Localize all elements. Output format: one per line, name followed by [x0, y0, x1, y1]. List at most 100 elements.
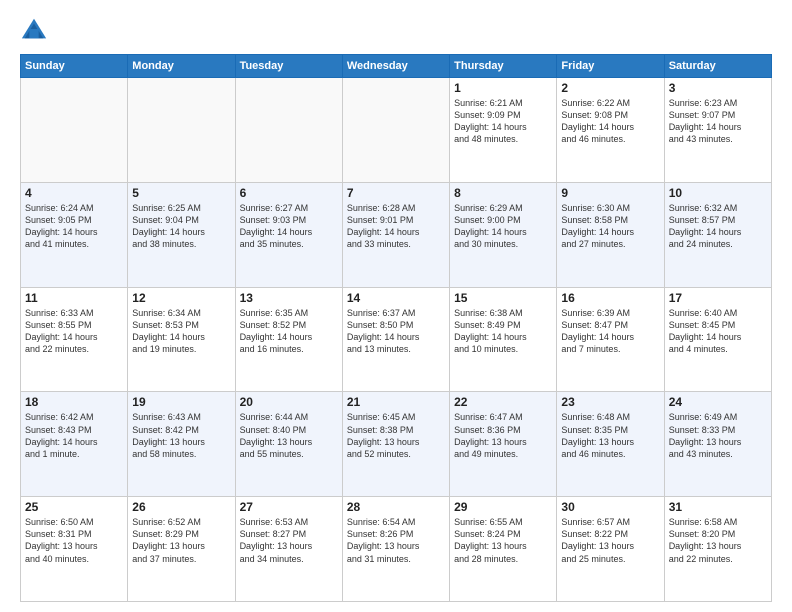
calendar-cell: 30 Sunrise: 6:57 AM Sunset: 8:22 PM Dayli…: [557, 497, 664, 602]
logo: [20, 16, 52, 44]
day-number: 17: [669, 291, 767, 305]
calendar-cell: 6 Sunrise: 6:27 AM Sunset: 9:03 PM Daylig…: [235, 182, 342, 287]
day-number: 13: [240, 291, 338, 305]
calendar-week-4: 25Sunrise: 6:50 AM Sunset: 8:31 PM Dayli…: [21, 497, 772, 602]
day-number: 6: [240, 186, 338, 200]
calendar-cell: [128, 78, 235, 183]
calendar-cell: 24 Sunrise: 6:49 AM Sunset: 8:33 PM Dayli…: [664, 392, 771, 497]
day-info: Sunrise: 6:34 AM Sunset: 8:53 PM Dayligh…: [132, 307, 230, 356]
day-number: 5: [132, 186, 230, 200]
calendar-week-2: 11 Sunrise: 6:33 AM Sunset: 8:55 PM Dayli…: [21, 287, 772, 392]
day-number: 25: [25, 500, 123, 514]
calendar-week-0: 1Sunrise: 6:21 AM Sunset: 9:09 PM Daylig…: [21, 78, 772, 183]
day-info: Sunrise: 6:33 AM Sunset: 8:55 PM Dayligh…: [25, 307, 123, 356]
day-info: Sunrise: 6:48 AM Sunset: 8:35 PM Dayligh…: [561, 411, 659, 460]
calendar-cell: 16 Sunrise: 6:39 AM Sunset: 8:47 PM Dayli…: [557, 287, 664, 392]
calendar-cell: 18 Sunrise: 6:42 AM Sunset: 8:43 PM Dayli…: [21, 392, 128, 497]
col-header-saturday: Saturday: [664, 55, 771, 78]
day-number: 30: [561, 500, 659, 514]
calendar-cell: 20 Sunrise: 6:44 AM Sunset: 8:40 PM Dayli…: [235, 392, 342, 497]
day-info: Sunrise: 6:47 AM Sunset: 8:36 PM Dayligh…: [454, 411, 552, 460]
day-number: 11: [25, 291, 123, 305]
day-number: 10: [669, 186, 767, 200]
day-info: Sunrise: 6:32 AM Sunset: 8:57 PM Dayligh…: [669, 202, 767, 251]
page: SundayMondayTuesdayWednesdayThursdayFrid…: [0, 0, 792, 612]
day-info: Sunrise: 6:43 AM Sunset: 8:42 PM Dayligh…: [132, 411, 230, 460]
calendar-cell: 27Sunrise: 6:53 AM Sunset: 8:27 PM Dayli…: [235, 497, 342, 602]
calendar-cell: 23Sunrise: 6:48 AM Sunset: 8:35 PM Dayli…: [557, 392, 664, 497]
logo-icon: [20, 16, 48, 44]
calendar-cell: 25Sunrise: 6:50 AM Sunset: 8:31 PM Dayli…: [21, 497, 128, 602]
day-number: 21: [347, 395, 445, 409]
day-number: 20: [240, 395, 338, 409]
day-number: 31: [669, 500, 767, 514]
day-info: Sunrise: 6:30 AM Sunset: 8:58 PM Dayligh…: [561, 202, 659, 251]
day-info: Sunrise: 6:52 AM Sunset: 8:29 PM Dayligh…: [132, 516, 230, 565]
calendar-cell: 3Sunrise: 6:23 AM Sunset: 9:07 PM Daylig…: [664, 78, 771, 183]
calendar-cell: 9 Sunrise: 6:30 AM Sunset: 8:58 PM Daylig…: [557, 182, 664, 287]
day-info: Sunrise: 6:40 AM Sunset: 8:45 PM Dayligh…: [669, 307, 767, 356]
day-number: 28: [347, 500, 445, 514]
calendar-cell: 26 Sunrise: 6:52 AM Sunset: 8:29 PM Dayli…: [128, 497, 235, 602]
col-header-tuesday: Tuesday: [235, 55, 342, 78]
day-info: Sunrise: 6:24 AM Sunset: 9:05 PM Dayligh…: [25, 202, 123, 251]
day-info: Sunrise: 6:28 AM Sunset: 9:01 PM Dayligh…: [347, 202, 445, 251]
day-number: 29: [454, 500, 552, 514]
day-number: 26: [132, 500, 230, 514]
day-number: 3: [669, 81, 767, 95]
calendar-cell: 11 Sunrise: 6:33 AM Sunset: 8:55 PM Dayli…: [21, 287, 128, 392]
calendar-cell: [342, 78, 449, 183]
day-number: 24: [669, 395, 767, 409]
calendar-cell: 12 Sunrise: 6:34 AM Sunset: 8:53 PM Dayli…: [128, 287, 235, 392]
day-number: 22: [454, 395, 552, 409]
day-info: Sunrise: 6:54 AM Sunset: 8:26 PM Dayligh…: [347, 516, 445, 565]
calendar-cell: 21 Sunrise: 6:45 AM Sunset: 8:38 PM Dayli…: [342, 392, 449, 497]
calendar-cell: 19Sunrise: 6:43 AM Sunset: 8:42 PM Dayli…: [128, 392, 235, 497]
day-number: 8: [454, 186, 552, 200]
calendar-cell: 17 Sunrise: 6:40 AM Sunset: 8:45 PM Dayli…: [664, 287, 771, 392]
day-info: Sunrise: 6:27 AM Sunset: 9:03 PM Dayligh…: [240, 202, 338, 251]
day-info: Sunrise: 6:39 AM Sunset: 8:47 PM Dayligh…: [561, 307, 659, 356]
day-info: Sunrise: 6:49 AM Sunset: 8:33 PM Dayligh…: [669, 411, 767, 460]
day-number: 12: [132, 291, 230, 305]
calendar-cell: 31 Sunrise: 6:58 AM Sunset: 8:20 PM Dayli…: [664, 497, 771, 602]
day-info: Sunrise: 6:58 AM Sunset: 8:20 PM Dayligh…: [669, 516, 767, 565]
calendar-cell: 4 Sunrise: 6:24 AM Sunset: 9:05 PM Daylig…: [21, 182, 128, 287]
calendar-cell: 8 Sunrise: 6:29 AM Sunset: 9:00 PM Daylig…: [450, 182, 557, 287]
day-info: Sunrise: 6:29 AM Sunset: 9:00 PM Dayligh…: [454, 202, 552, 251]
day-number: 14: [347, 291, 445, 305]
calendar-cell: 29 Sunrise: 6:55 AM Sunset: 8:24 PM Dayli…: [450, 497, 557, 602]
calendar-cell: 14 Sunrise: 6:37 AM Sunset: 8:50 PM Dayli…: [342, 287, 449, 392]
day-info: Sunrise: 6:38 AM Sunset: 8:49 PM Dayligh…: [454, 307, 552, 356]
col-header-monday: Monday: [128, 55, 235, 78]
day-info: Sunrise: 6:22 AM Sunset: 9:08 PM Dayligh…: [561, 97, 659, 146]
day-number: 7: [347, 186, 445, 200]
day-number: 16: [561, 291, 659, 305]
header: [20, 16, 772, 44]
day-number: 4: [25, 186, 123, 200]
day-info: Sunrise: 6:45 AM Sunset: 8:38 PM Dayligh…: [347, 411, 445, 460]
calendar-cell: [21, 78, 128, 183]
day-info: Sunrise: 6:44 AM Sunset: 8:40 PM Dayligh…: [240, 411, 338, 460]
calendar-cell: 15 Sunrise: 6:38 AM Sunset: 8:49 PM Dayli…: [450, 287, 557, 392]
calendar-table: SundayMondayTuesdayWednesdayThursdayFrid…: [20, 54, 772, 602]
day-number: 15: [454, 291, 552, 305]
calendar-cell: 7 Sunrise: 6:28 AM Sunset: 9:01 PM Daylig…: [342, 182, 449, 287]
day-number: 27: [240, 500, 338, 514]
day-info: Sunrise: 6:37 AM Sunset: 8:50 PM Dayligh…: [347, 307, 445, 356]
day-info: Sunrise: 6:21 AM Sunset: 9:09 PM Dayligh…: [454, 97, 552, 146]
calendar-cell: 2Sunrise: 6:22 AM Sunset: 9:08 PM Daylig…: [557, 78, 664, 183]
day-number: 9: [561, 186, 659, 200]
calendar-cell: [235, 78, 342, 183]
calendar-week-3: 18 Sunrise: 6:42 AM Sunset: 8:43 PM Dayli…: [21, 392, 772, 497]
day-info: Sunrise: 6:57 AM Sunset: 8:22 PM Dayligh…: [561, 516, 659, 565]
calendar-cell: 5Sunrise: 6:25 AM Sunset: 9:04 PM Daylig…: [128, 182, 235, 287]
col-header-thursday: Thursday: [450, 55, 557, 78]
day-info: Sunrise: 6:42 AM Sunset: 8:43 PM Dayligh…: [25, 411, 123, 460]
day-info: Sunrise: 6:55 AM Sunset: 8:24 PM Dayligh…: [454, 516, 552, 565]
calendar-cell: 1Sunrise: 6:21 AM Sunset: 9:09 PM Daylig…: [450, 78, 557, 183]
day-number: 18: [25, 395, 123, 409]
col-header-wednesday: Wednesday: [342, 55, 449, 78]
col-header-sunday: Sunday: [21, 55, 128, 78]
calendar-cell: 13Sunrise: 6:35 AM Sunset: 8:52 PM Dayli…: [235, 287, 342, 392]
